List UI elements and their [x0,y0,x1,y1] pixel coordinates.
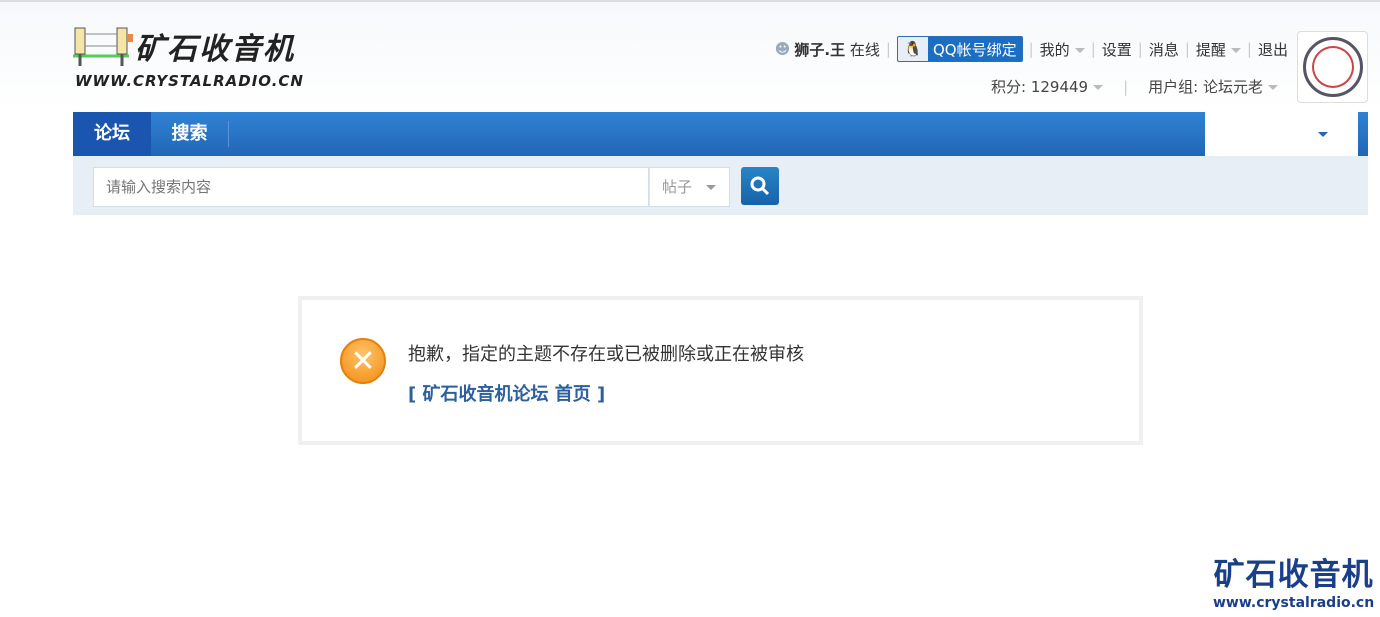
settings-link[interactable]: 设置 [1102,39,1132,60]
search-input[interactable] [93,167,649,207]
avatar[interactable] [1297,31,1368,103]
nav-forum[interactable]: 论坛 [73,112,151,156]
usergroup-menu[interactable]: 用户组: 论坛元老 [1148,76,1278,97]
quick-nav-button[interactable]: 快捷导航 [1205,112,1358,156]
username-link[interactable]: 狮子.王 [794,39,845,60]
radio-coil-icon [73,27,133,66]
mine-menu[interactable]: 我的 [1040,39,1085,60]
site-logo[interactable]: 矿石收音机 WWW.CRYSTALRADIO.CN [73,22,318,92]
header: 矿石收音机 WWW.CRYSTALRADIO.CN ☻ 狮子.王 在线 | 🐧 QQ… [0,2,1380,110]
search-bar: 帖子 [73,156,1368,215]
messages-link[interactable]: 消息 [1149,39,1179,60]
error-text: 抱歉，指定的主题不存在或已被删除或正在被审核 [408,344,804,365]
chevron-down-icon [1317,131,1328,137]
points-menu[interactable]: 积分: 129449 [991,76,1104,97]
logout-link[interactable]: 退出 [1258,39,1288,60]
qq-penguin-icon: 🐧 [897,37,928,61]
error-message-box: ✕ 抱歉，指定的主题不存在或已被删除或正在被审核 [ 矿石收音机论坛 首页 ] [298,296,1143,445]
error-icon: ✕ [340,338,386,384]
user-stats: 积分: 129449 | 用户组: 论坛元老 [991,76,1278,97]
search-type-select[interactable]: 帖子 [649,167,730,207]
search-icon [750,176,770,196]
user-menu: ☻ 狮子.王 在线 | 🐧 QQ帐号绑定 | 我的 | 设置 | 消息 | 提醒 | 退出 [775,36,1288,62]
alerts-menu[interactable]: 提醒 [1196,39,1241,60]
search-button[interactable] [741,167,779,205]
main-nav: 论坛 搜索 快捷导航 [73,112,1368,156]
watermark: 矿石收音机 www.crystalradio.cn [1213,557,1375,611]
qq-bind-button[interactable]: 🐧 QQ帐号绑定 [896,36,1023,62]
avatar-seal-image [1302,37,1363,97]
forum-home-link[interactable]: [ 矿石收音机论坛 首页 ] [408,380,605,406]
nav-search[interactable]: 搜索 [151,121,229,147]
user-icon: ☻ [774,40,791,58]
online-status: 在线 [849,40,880,59]
